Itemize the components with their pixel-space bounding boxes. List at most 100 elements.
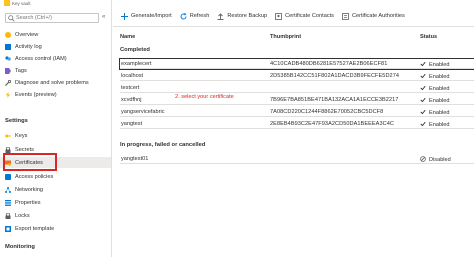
sidebar-item-label: Overview (15, 31, 39, 38)
cell-status: Enabled (420, 73, 450, 80)
table-row[interactable]: yangtest 2E8EB4B93C2E47F93A2CD50DA1BEEEA… (120, 119, 474, 129)
column-header-thumbprint[interactable]: Thumbprint (270, 34, 301, 40)
sidebar-item-diagnose[interactable]: Diagnose and solve problems (0, 77, 111, 88)
sidebar: Key vault « Overview Activity log Access… (0, 0, 112, 257)
overview-icon (5, 31, 11, 38)
sidebar-item-properties[interactable]: Properties (0, 197, 111, 208)
certificate-contacts-button[interactable]: Certificate Contacts (275, 12, 334, 20)
sidebar-item-label: Properties (15, 199, 41, 206)
cell-status: Enabled (420, 61, 450, 68)
refresh-button[interactable]: Refresh (180, 12, 210, 20)
sidebar-item-label: Diagnose and solve problems (15, 79, 89, 86)
cell-name: examplecert (121, 61, 152, 67)
status-text: Enabled (429, 122, 450, 128)
table-row[interactable]: localhost 2D5385B142CC51F802A1DACD3B9FEC… (120, 71, 474, 81)
table-row[interactable]: examplecert 4C10CADB480DB6281E57527AE2B0… (119, 58, 474, 70)
authority-icon (342, 12, 349, 20)
monitoring-heading: Monitoring (5, 244, 35, 250)
key-icon (5, 134, 11, 137)
export-icon (5, 225, 11, 232)
generate-import-button[interactable]: Generate/Import (121, 12, 172, 20)
column-header-status[interactable]: Status (420, 34, 437, 40)
lock-icon (5, 212, 11, 219)
cell-thumbprint: 7A08CD220C1244F8862E70052CBC5DCF8 (270, 109, 384, 115)
cell-name: yangservicefabric (121, 109, 165, 115)
sidebar-item-label: Tags (15, 67, 27, 74)
access-policy-icon (5, 173, 11, 180)
cell-thumbprint: 2D5385B142CC51F802A1DACD3B9FECFE5D274 (270, 73, 400, 79)
status-text: Enabled (429, 98, 450, 104)
sidebar-item-overview[interactable]: Overview (0, 29, 111, 40)
lightning-icon (5, 91, 11, 98)
search-input[interactable] (16, 14, 96, 22)
instruction-callout: 2. select your certificate (175, 94, 234, 100)
sidebar-item-label: Secrets (15, 146, 34, 153)
network-icon (5, 186, 11, 193)
sidebar-item-label: Events (preview) (15, 91, 57, 98)
properties-icon (5, 199, 11, 206)
certificates-highlight-box (3, 153, 57, 171)
sidebar-item-tags[interactable]: Tags (0, 65, 111, 76)
sidebar-item-keys[interactable]: Keys (0, 130, 111, 141)
cell-name: yangtest (121, 121, 143, 127)
cell-status: Disabled (420, 156, 451, 163)
column-header-name[interactable]: Name (120, 34, 135, 40)
enabled-check-icon (420, 97, 426, 103)
resource-type-label: Key vault (12, 1, 31, 6)
status-text: Enabled (429, 86, 450, 92)
sidebar-item-label: Keys (15, 132, 28, 139)
certificate-authorities-button[interactable]: Certificate Authorities (342, 12, 405, 20)
generate-import-label: Generate/Import (131, 13, 172, 19)
table-row[interactable]: yangtest01 Disabled (120, 154, 474, 164)
status-text: Enabled (429, 74, 450, 80)
sidebar-item-access-control[interactable]: Access control (IAM) (0, 53, 111, 64)
refresh-label: Refresh (189, 13, 210, 19)
plus-icon (121, 12, 128, 20)
cell-status: Enabled (420, 85, 450, 92)
secret-icon (5, 146, 11, 153)
enabled-check-icon (420, 73, 426, 79)
status-text: Disabled (429, 157, 451, 163)
iam-icon (5, 55, 11, 61)
restore-backup-label: Restore Backup (227, 13, 268, 19)
restore-backup-button[interactable]: Restore Backup (217, 12, 268, 20)
table-row[interactable]: testcert Enabled (120, 83, 474, 93)
contacts-icon (275, 12, 283, 20)
key-vault-icon (4, 0, 10, 6)
cell-thumbprint: 2E8EB4B93C2E47F93A2CD50DA1BEEEA3C4C (270, 121, 394, 127)
sidebar-item-label: Networking (15, 186, 43, 193)
sidebar-item-label: Locks (15, 212, 30, 219)
group-in-progress: In progress, failed or cancelled (120, 142, 206, 148)
disabled-icon (420, 156, 426, 162)
cell-status: Enabled (420, 97, 450, 104)
chevron-double-left-icon[interactable]: « (102, 14, 105, 20)
cell-name: localhost (121, 73, 144, 79)
breadcrumb: Key vault (4, 0, 31, 8)
tag-icon (5, 67, 11, 74)
search-icon (8, 15, 15, 22)
sidebar-item-events[interactable]: Events (preview) (0, 89, 111, 100)
table-row[interactable]: yangservicefabric 7A08CD220C1244F8862E70… (120, 107, 474, 117)
settings-heading: Settings (5, 118, 28, 124)
sidebar-item-label: Access control (IAM) (15, 55, 67, 62)
sidebar-item-networking[interactable]: Networking (0, 184, 111, 195)
table-row[interactable]: xcvdfhnj 7B96E7BA851BE471BA132ACA1A1ECCE… (120, 95, 474, 105)
sidebar-item-export-template[interactable]: Export template (0, 223, 111, 234)
cell-status: Enabled (420, 109, 450, 116)
group-completed: Completed (120, 47, 150, 53)
search-box[interactable] (5, 13, 99, 23)
enabled-check-icon (420, 109, 426, 115)
sidebar-item-locks[interactable]: Locks (0, 210, 111, 221)
enabled-check-icon (420, 121, 426, 127)
activity-log-icon (5, 43, 11, 50)
sidebar-item-access-policies[interactable]: Access policies (0, 171, 111, 182)
certificate-contacts-label: Certificate Contacts (285, 13, 334, 19)
sidebar-item-activity-log[interactable]: Activity log (0, 41, 111, 52)
status-text: Enabled (429, 62, 450, 68)
wrench-icon (5, 79, 11, 86)
toolbar-divider (113, 26, 474, 27)
upload-icon (217, 12, 224, 20)
enabled-check-icon (420, 85, 426, 91)
sidebar-item-label: Activity log (15, 43, 42, 50)
cell-name: testcert (121, 85, 140, 91)
